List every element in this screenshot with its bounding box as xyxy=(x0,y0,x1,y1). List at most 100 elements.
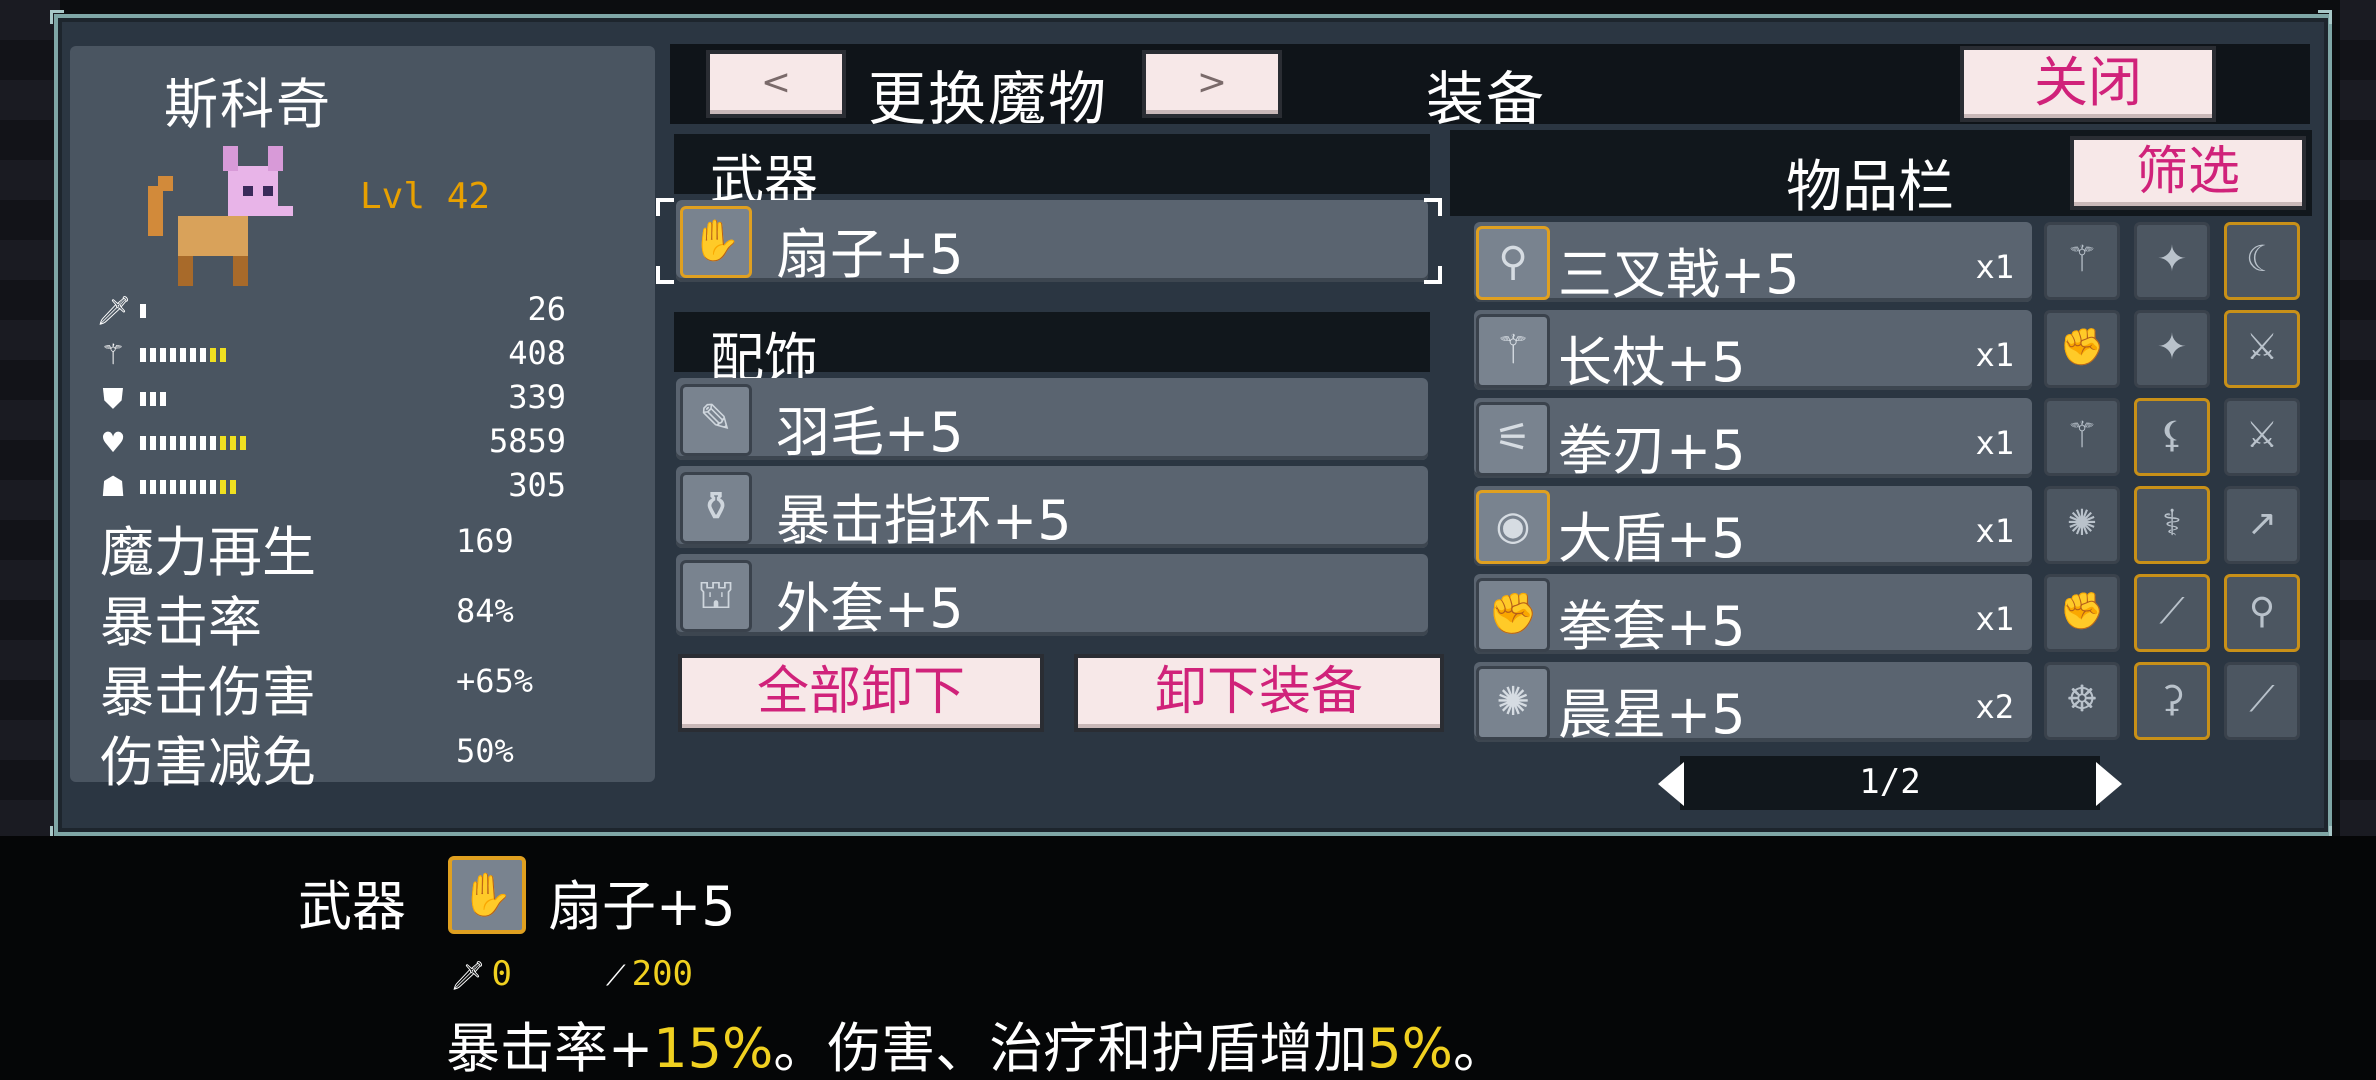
tooltip-attack-stat: 🗡 0 xyxy=(450,954,512,994)
selection-bracket xyxy=(1424,266,1442,284)
morningstar-icon: ✺ xyxy=(1476,666,1550,740)
fan-icon: ✋ xyxy=(448,856,526,934)
filter-button[interactable]: 筛选 xyxy=(2070,136,2306,210)
extra-stat-row: 伤害减免 50% xyxy=(100,718,620,794)
selection-bracket xyxy=(656,266,674,284)
inventory-item-name: 拳套+5 xyxy=(1558,595,1746,658)
shuriken-icon[interactable]: ✦ xyxy=(2134,222,2210,300)
feather-icon: ✎ xyxy=(680,384,752,456)
tooltip-description: 暴击率+15%。伤害、治疗和护盾增加5%。 xyxy=(446,1004,1507,1080)
stat-value: 408 xyxy=(508,334,566,372)
stat-row: ⚚ 408 xyxy=(96,334,616,376)
extra-stat-label: 伤害减免 xyxy=(100,731,316,794)
inventory-pager: 1/2 xyxy=(1658,756,2122,810)
unequip-all-button[interactable]: 全部卸下 xyxy=(678,654,1044,732)
stat-value: 339 xyxy=(508,378,566,416)
page-indicator: 1/2 xyxy=(1859,762,1921,802)
page-next-arrow[interactable] xyxy=(2096,762,2122,806)
stat-value: 26 xyxy=(527,290,566,328)
accessory-name: 暴击指环+5 xyxy=(776,489,1072,552)
prev-monster-button[interactable]: < xyxy=(706,50,846,118)
panel-corner xyxy=(2318,10,2332,24)
stat-row: ☗ 305 xyxy=(96,466,616,508)
shield-icon: ⛊ xyxy=(102,382,124,415)
staff-icon: ⟋ xyxy=(606,959,626,992)
round-shield-icon: ◉ xyxy=(1476,490,1550,564)
staff-icon[interactable]: ⚚ xyxy=(2044,222,2120,300)
inventory-item-qty: x2 xyxy=(1975,688,2014,726)
dagger-icon[interactable]: ⚕ xyxy=(2134,486,2210,564)
stat-row: 🗡 26 xyxy=(96,290,616,332)
sword-icon: 🗡 xyxy=(96,294,132,327)
gauntlet-icon[interactable]: ✊ xyxy=(2044,574,2120,652)
extra-stat-value: +65% xyxy=(456,662,534,700)
monster-name: 斯科奇 xyxy=(164,73,332,136)
extra-stat-row: 暴击伤害 +65% xyxy=(100,648,620,724)
stat-row: ♥ 5859 xyxy=(96,422,616,464)
sword-icon[interactable]: ⚔ xyxy=(2224,398,2300,476)
desc-text: 。伤害、治疗和护盾增加 xyxy=(773,1017,1368,1080)
weapon-section-header: 武器 xyxy=(674,134,1430,212)
selection-bracket xyxy=(656,198,674,216)
desc-text: 暴击率+ xyxy=(446,1017,654,1080)
inventory-item-name: 拳刃+5 xyxy=(1558,419,1746,482)
shuriken-icon[interactable]: ✦ xyxy=(2134,310,2210,388)
close-button[interactable]: 关闭 xyxy=(1960,46,2216,122)
accessory-name: 外套+5 xyxy=(776,577,964,640)
tooltip-slot-label: 武器 xyxy=(298,875,406,938)
extra-stat-row: 魔力再生 169 xyxy=(100,508,620,584)
accessory-name: 羽毛+5 xyxy=(776,401,964,464)
inventory-item[interactable]: ◉ 大盾+5 x1 xyxy=(1474,486,2032,570)
sword-icon[interactable]: ⚔ xyxy=(2224,310,2300,388)
weapon-name: 扇子+5 xyxy=(776,223,964,286)
gauntlet-icon[interactable]: ✊ xyxy=(2044,310,2120,388)
fan-icon: ✋ xyxy=(680,206,752,278)
inventory-item-qty: x1 xyxy=(1975,600,2014,638)
stat-value: 5859 xyxy=(488,422,566,460)
horn-icon[interactable]: ☾ xyxy=(2224,222,2300,300)
tooltip-attack-value: 0 xyxy=(491,954,513,994)
tooltip-magic-value: 200 xyxy=(631,954,694,994)
desc-highlight: 15% xyxy=(653,1017,774,1080)
extra-stat-label: 暴击率 xyxy=(100,591,262,654)
monster-level: Lvl 42 xyxy=(360,176,491,217)
staff-icon[interactable]: ⚚ xyxy=(2044,398,2120,476)
inventory-item-qty: x1 xyxy=(1975,248,2014,286)
wand-icon[interactable]: ⟋ xyxy=(2224,662,2300,740)
inventory-item[interactable]: ⚚ 长杖+5 x1 xyxy=(1474,310,2032,394)
cane-icon[interactable]: ⚳ xyxy=(2134,662,2210,740)
desc-text: 。 xyxy=(1452,1017,1507,1080)
accessory-section-header: 配饰 xyxy=(674,312,1430,390)
stat-bar xyxy=(140,480,236,494)
spear-icon[interactable]: ↗ xyxy=(2224,486,2300,564)
next-monster-button[interactable]: > xyxy=(1142,50,1282,118)
equipment-title: 装备 xyxy=(1426,65,1547,133)
inventory-item[interactable]: ✺ 晨星+5 x2 xyxy=(1474,662,2032,746)
accessory-slot[interactable]: ✎ 羽毛+5 xyxy=(676,378,1428,464)
weapon-slot[interactable]: ✋ 扇子+5 xyxy=(676,200,1428,286)
wand-icon[interactable]: ⟋ xyxy=(2134,574,2210,652)
octopus-icon[interactable]: ☸ xyxy=(2044,662,2120,740)
monster-sprite xyxy=(148,146,293,286)
inventory-item[interactable]: ⚟ 拳刃+5 x1 xyxy=(1474,398,2032,482)
mana-icon: ☗ xyxy=(100,470,126,503)
accessory-slot[interactable]: ⛫ 外套+5 xyxy=(676,554,1428,640)
inventory-item[interactable]: ✊ 拳套+5 x1 xyxy=(1474,574,2032,658)
inventory-item[interactable]: ⚲ 三叉戟+5 x1 xyxy=(1474,222,2032,306)
change-monster-label: 更换魔物 xyxy=(868,65,1109,133)
inventory-item-name: 三叉戟+5 xyxy=(1558,243,1800,306)
coat-icon: ⛫ xyxy=(680,560,752,632)
sword-icon: 🗡 xyxy=(450,959,486,992)
morningstar-icon[interactable]: ✺ xyxy=(2044,486,2120,564)
stat-bar xyxy=(140,348,226,362)
staff-icon: ⚚ xyxy=(1476,314,1550,388)
mace-icon[interactable]: ⚲ xyxy=(2224,574,2300,652)
accessory-slot[interactable]: ⚱ 暴击指环+5 xyxy=(676,466,1428,552)
tooltip-magic-stat: ⟋ 200 xyxy=(606,954,693,994)
trident-icon: ⚲ xyxy=(1476,226,1550,300)
extra-stat-value: 50% xyxy=(456,732,514,770)
scythe-icon[interactable]: ⚸ xyxy=(2134,398,2210,476)
unequip-button[interactable]: 卸下装备 xyxy=(1074,654,1444,732)
ring-icon: ⚱ xyxy=(680,472,752,544)
inventory-item-name: 晨星+5 xyxy=(1558,683,1746,746)
